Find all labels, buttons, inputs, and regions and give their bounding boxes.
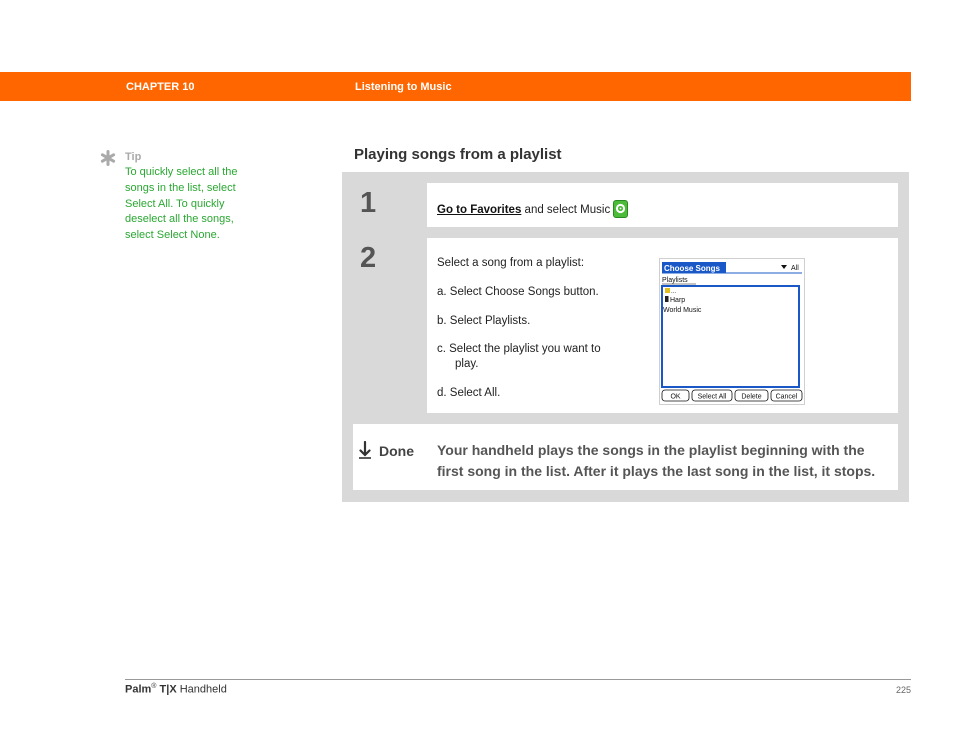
svg-text:Select All: Select All (698, 394, 727, 401)
step-2-intro: Select a song from a playlist: (437, 257, 585, 269)
step-2-card: 2 Select a song from a playlist: a. Sele… (353, 238, 898, 413)
tip-text: To quickly select all the songs in the l… (125, 166, 238, 242)
chapter-number: CHAPTER 10 (126, 81, 195, 93)
go-to-favorites-link[interactable]: Go to Favorites (437, 204, 521, 216)
steps-panel: 1 Go to Favorites and select Music 2 Sel… (342, 172, 909, 502)
screen-item: ... (671, 289, 676, 295)
step-2c: c. Select the playlist you want to (437, 343, 601, 355)
done-line: Your handheld plays the songs in the pla… (437, 442, 865, 458)
page-number: 225 (895, 685, 911, 695)
done-text: Your handheld plays the songs in the pla… (437, 440, 897, 482)
footer-brand: Palm (125, 683, 152, 696)
playlist-icon (665, 296, 669, 302)
screen-list-header: Playlists (662, 277, 688, 284)
step-number-box: 1 (353, 183, 427, 227)
screen-item: Harp (670, 297, 685, 304)
footer-model: T|X (159, 683, 177, 696)
step-1-instruction: and select Music (521, 204, 611, 216)
chapter-title: Listening to Music (355, 81, 452, 93)
screen-title: Choose Songs (664, 264, 721, 273)
chapter-header: CHAPTER 10 Listening to Music (0, 72, 911, 101)
done-label: Done (379, 443, 414, 459)
svg-text:Delete: Delete (741, 394, 761, 401)
step-1-text: Go to Favorites and select Music (437, 200, 629, 218)
footer-registered: ® (151, 683, 157, 690)
footer-divider (125, 679, 911, 680)
tip-label: Tip (125, 151, 142, 163)
music-app-icon (613, 200, 629, 218)
step-number-box: 2 (353, 238, 427, 413)
asterisk-icon (100, 150, 116, 166)
screen-filter: All (791, 265, 799, 272)
footer-product-name: Handheld (179, 683, 227, 696)
svg-text:Cancel: Cancel (776, 394, 798, 401)
down-arrow-icon (359, 441, 371, 459)
step-number: 2 (360, 242, 377, 274)
dropdown-triangle-icon (781, 265, 787, 269)
step-2a: a. Select Choose Songs button. (437, 286, 599, 298)
step-2b: b. Select Playlists. (437, 315, 531, 327)
screen-drawing: Choose Songs All Playlists ... Harp Worl… (661, 262, 803, 402)
footer-product: Palm® T|X Handheld (125, 683, 227, 696)
step-number: 1 (360, 187, 377, 219)
done-line: first song in the list. After it plays t… (437, 463, 876, 479)
screen-item: World Music (663, 307, 702, 314)
step-2d: d. Select All. (437, 387, 501, 399)
step-2c-cont: play. (455, 358, 479, 370)
done-card: Done Your handheld plays the songs in th… (353, 424, 898, 490)
section-title: Playing songs from a playlist (354, 146, 562, 163)
choose-songs-screenshot: Choose Songs All Playlists ... Harp Worl… (659, 258, 805, 405)
folder-icon (665, 288, 670, 293)
svg-text:OK: OK (670, 394, 680, 401)
step-1-card: 1 Go to Favorites and select Music (353, 183, 898, 227)
